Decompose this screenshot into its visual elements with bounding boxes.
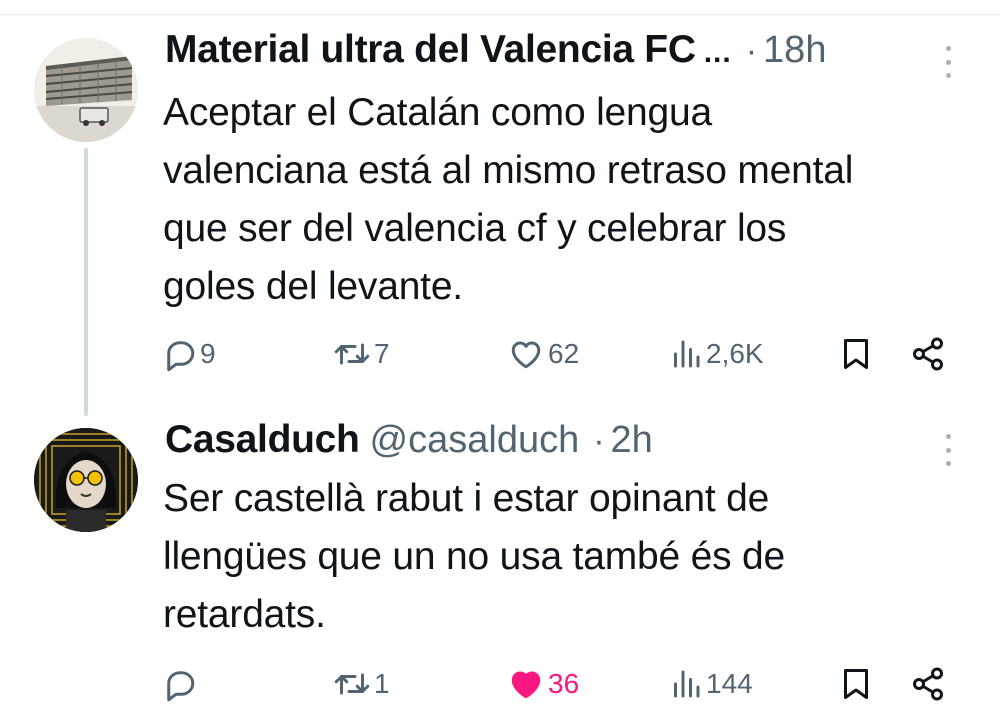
reply-count: 9 <box>200 338 216 369</box>
like-count: 36 <box>548 668 580 699</box>
tweet-header: Casalduch @casalduch · 2h <box>165 418 653 468</box>
tweet-text: Aceptar el Catalán como lengua valencian… <box>163 84 963 316</box>
display-name[interactable]: Material ultra del Valencia FC <box>165 28 696 72</box>
views-icon <box>674 340 700 368</box>
thread-connector-line <box>84 148 88 416</box>
timestamp[interactable]: 2h <box>611 419 653 462</box>
username-handle[interactable]: @casalduch <box>370 419 580 462</box>
separator-dot: · <box>745 32 758 70</box>
reply-button[interactable]: 9 <box>162 334 216 374</box>
like-count: 62 <box>548 338 580 369</box>
name-truncation: ... <box>703 36 732 69</box>
separator-dot: · <box>593 422 605 460</box>
stadium-photo <box>34 38 138 142</box>
tweet-text: Ser castellà rabut i estar opinant de ll… <box>163 470 963 644</box>
views-icon <box>674 670 700 698</box>
more-icon[interactable] <box>936 42 960 82</box>
reply-icon <box>167 341 195 372</box>
share-icon <box>913 337 943 371</box>
timestamp[interactable]: 18h <box>763 29 826 72</box>
tweet-text-line: Aceptar el Catalán como lengua <box>163 91 713 134</box>
avatar[interactable] <box>34 428 138 532</box>
bookmark-button[interactable] <box>838 664 874 704</box>
heart-icon <box>511 671 541 699</box>
tweet-text-line: retardats. <box>163 593 326 636</box>
tweet-header: Material ultra del Valencia FC ... · 18h <box>165 28 826 78</box>
retweet-count: 1 <box>374 668 390 699</box>
tweet-text-line: que ser del valencia cf y celebrar los <box>163 207 787 250</box>
view-count: 144 <box>706 668 753 699</box>
share-button[interactable] <box>910 334 946 374</box>
view-count: 2,6K <box>706 338 764 369</box>
like-button[interactable]: 36 <box>506 664 579 704</box>
heart-icon <box>511 341 541 369</box>
bookmark-button[interactable] <box>838 334 874 374</box>
retweet-button[interactable]: 7 <box>332 334 390 374</box>
illustrated-face-portrait <box>34 428 138 532</box>
tweet-text-line: Ser castellà rabut i estar opinant de <box>163 477 770 520</box>
more-icon[interactable] <box>936 430 960 470</box>
share-icon <box>913 667 943 701</box>
retweet-count: 7 <box>374 338 390 369</box>
display-name[interactable]: Casalduch <box>165 418 360 462</box>
reply-icon <box>167 671 195 702</box>
bookmark-icon <box>844 339 868 369</box>
retweet-icon <box>334 673 370 695</box>
retweet-icon <box>334 343 370 365</box>
bookmark-icon <box>844 669 868 699</box>
retweet-button[interactable]: 1 <box>332 664 390 704</box>
tweet-text-line: llengües que un no usa també és de <box>163 535 785 578</box>
like-button[interactable]: 62 <box>506 334 579 374</box>
avatar[interactable] <box>34 38 138 142</box>
top-divider <box>0 0 1000 15</box>
reply-button[interactable] <box>162 664 200 704</box>
views-button[interactable]: 144 <box>668 664 753 704</box>
tweet-text-line: valenciana está al mismo retraso mental <box>163 149 854 192</box>
views-button[interactable]: 2,6K <box>668 334 764 374</box>
share-button[interactable] <box>910 664 946 704</box>
tweet-text-line: goles del levante. <box>163 265 463 308</box>
